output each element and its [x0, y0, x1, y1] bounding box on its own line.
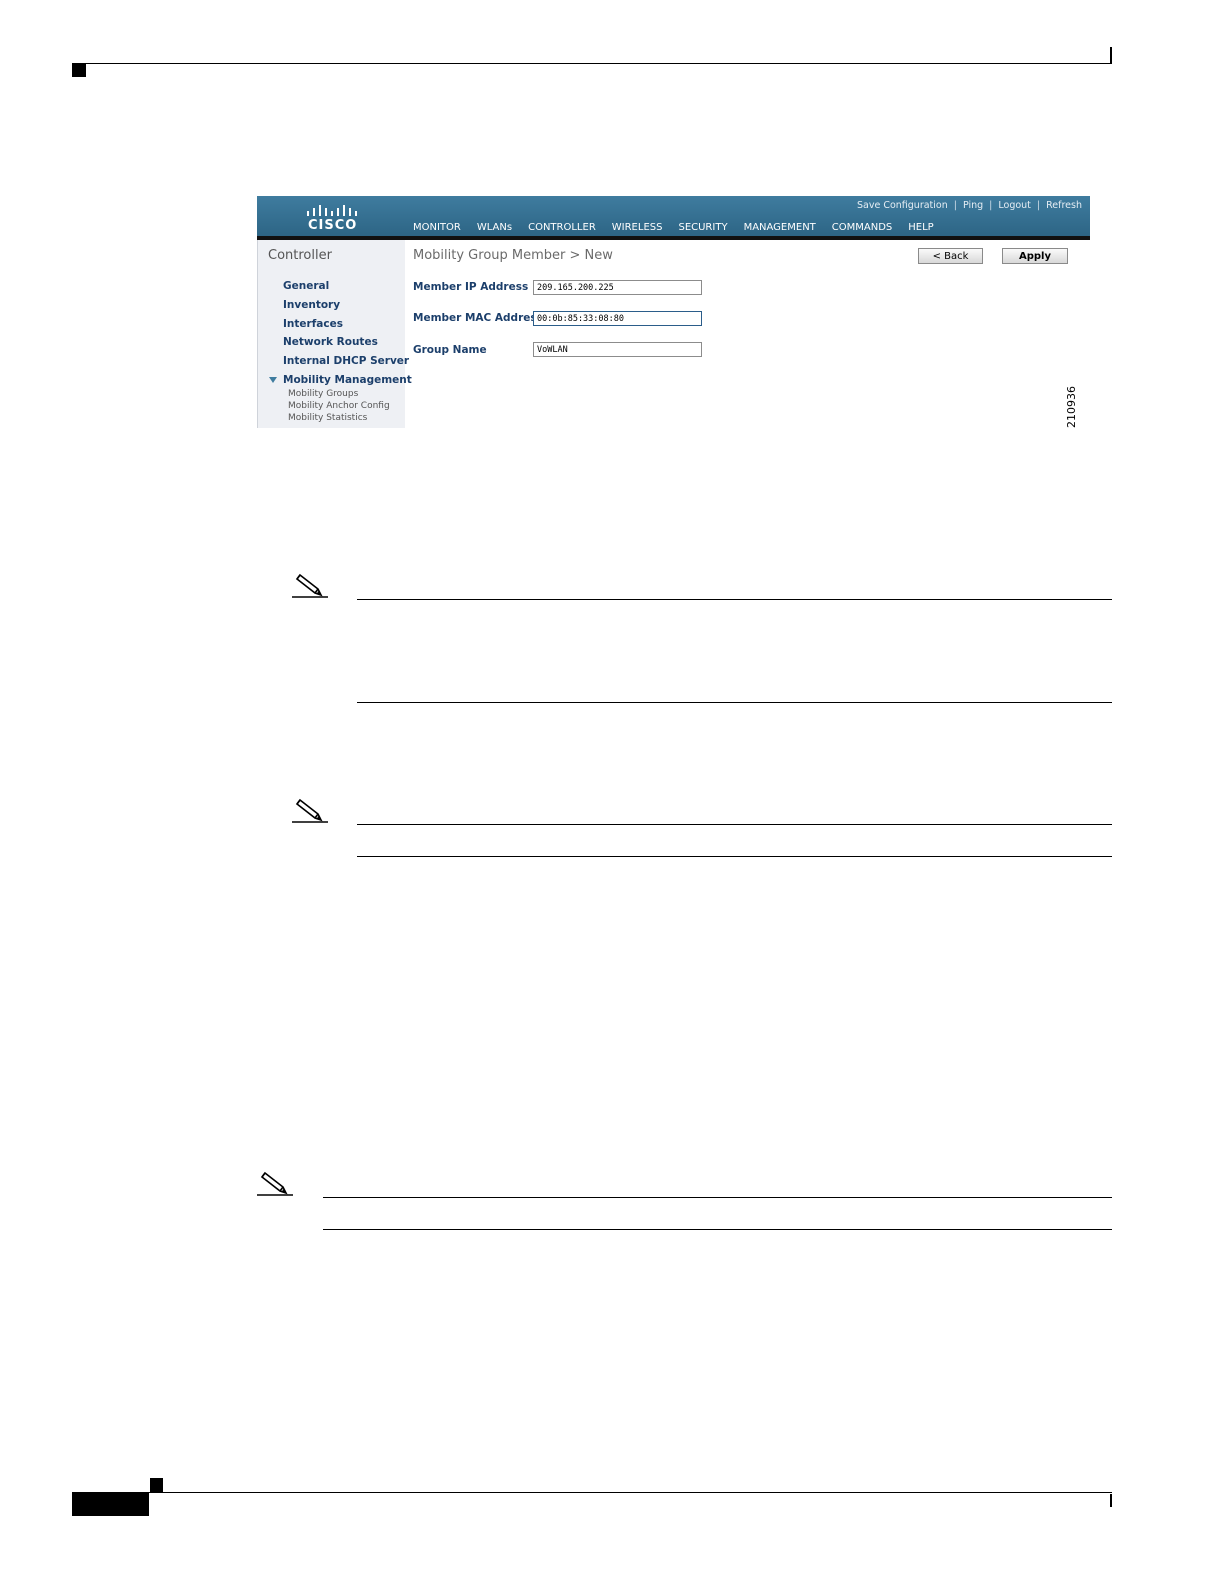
member-mac-label: Member MAC Address — [413, 312, 543, 324]
note-pencil-icon — [292, 798, 328, 823]
logout-link[interactable]: Logout — [998, 200, 1031, 211]
footer-tick — [1110, 1494, 1112, 1507]
member-ip-input[interactable]: 209.165.200.225 — [533, 280, 702, 295]
top-banner: CISCO Save Configuration | Ping | Logout… — [257, 196, 1090, 239]
footer-rule — [72, 1492, 1112, 1493]
sidebar-item-general[interactable]: General — [283, 280, 329, 292]
note-rule-top — [357, 599, 1112, 600]
sidebar-subitem-mobility-statistics[interactable]: Mobility Statistics — [288, 413, 367, 423]
note-rule-top — [323, 1197, 1112, 1198]
figure-number: 210936 — [1065, 386, 1078, 428]
expand-triangle-icon[interactable] — [269, 377, 277, 383]
note-rule-bottom — [323, 1229, 1112, 1230]
sidebar-item-network-routes[interactable]: Network Routes — [283, 336, 378, 348]
header-tick — [1110, 47, 1112, 64]
tab-management[interactable]: MANAGEMENT — [744, 222, 816, 234]
header-block — [72, 64, 86, 77]
sidebar-title: Controller — [268, 248, 332, 263]
note-rule-bottom — [357, 856, 1112, 857]
refresh-link[interactable]: Refresh — [1046, 200, 1082, 211]
sidebar-item-internal-dhcp-server[interactable]: Internal DHCP Server — [283, 355, 409, 367]
tab-wlans[interactable]: WLANs — [477, 222, 512, 234]
sidebar: Controller General Inventory Interfaces … — [257, 240, 412, 428]
tab-security[interactable]: SECURITY — [678, 222, 727, 234]
footer-page-tab — [72, 1493, 149, 1516]
sidebar-item-mobility-management[interactable]: Mobility Management — [283, 374, 412, 386]
tab-monitor[interactable]: MONITOR — [413, 222, 461, 234]
controller-screenshot: CISCO Save Configuration | Ping | Logout… — [257, 196, 1090, 428]
apply-button[interactable]: Apply — [1002, 248, 1068, 264]
note-rule-bottom — [357, 702, 1112, 703]
tab-wireless[interactable]: WIRELESS — [612, 222, 663, 234]
main-nav: MONITOR WLANs CONTROLLER WIRELESS SECURI… — [413, 220, 934, 239]
note-pencil-icon — [257, 1171, 293, 1196]
sidebar-item-interfaces[interactable]: Interfaces — [283, 318, 343, 330]
tab-commands[interactable]: COMMANDS — [832, 222, 892, 234]
note-rule-top — [357, 824, 1112, 825]
member-mac-input[interactable]: 00:0b:85:33:08:80 — [533, 311, 702, 326]
footer-block — [150, 1478, 163, 1492]
tab-help[interactable]: HELP — [908, 222, 933, 234]
note-pencil-icon — [292, 573, 328, 598]
member-ip-label: Member IP Address — [413, 281, 529, 293]
ping-link[interactable]: Ping — [963, 200, 983, 211]
sidebar-subitem-mobility-groups[interactable]: Mobility Groups — [288, 389, 358, 399]
page-title: Mobility Group Member > New — [413, 248, 613, 263]
back-button[interactable]: < Back — [918, 248, 983, 264]
sidebar-subitem-mobility-anchor-config[interactable]: Mobility Anchor Config — [288, 401, 390, 411]
sidebar-item-inventory[interactable]: Inventory — [283, 299, 340, 311]
save-configuration-link[interactable]: Save Configuration — [857, 200, 948, 211]
cisco-logo-text: CISCO — [308, 218, 358, 233]
header-rule — [72, 63, 1112, 64]
group-name-label: Group Name — [413, 344, 487, 356]
top-links: Save Configuration | Ping | Logout | Ref… — [856, 199, 1082, 211]
group-name-input[interactable]: VoWLAN — [533, 342, 702, 357]
tab-controller[interactable]: CONTROLLER — [520, 222, 604, 239]
